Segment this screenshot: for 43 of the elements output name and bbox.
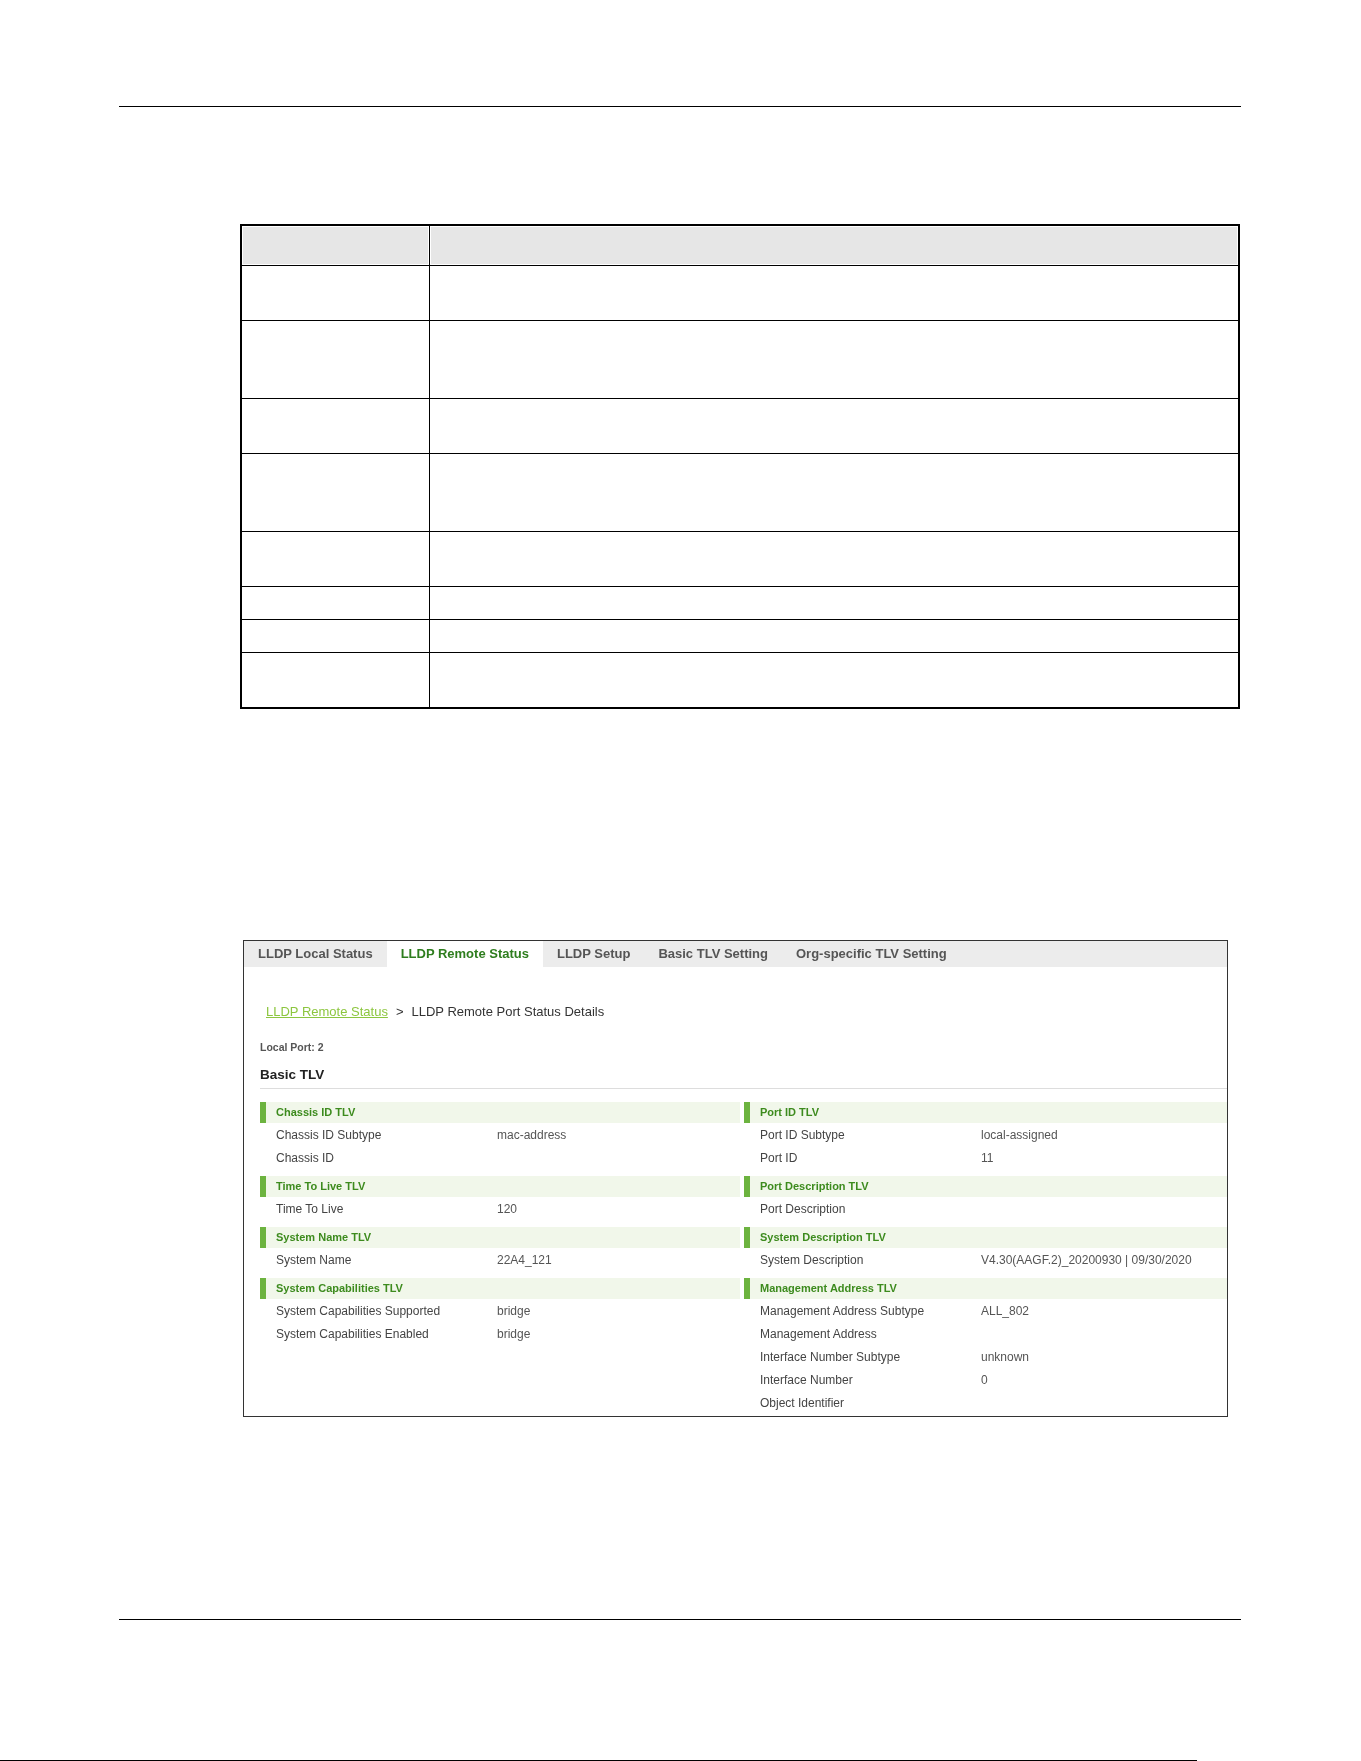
field-label: Management Address Subtype (760, 1303, 926, 1318)
field-label: Management Address (760, 1326, 878, 1341)
field-value: mac-address (497, 1127, 567, 1142)
field-value: 120 (497, 1201, 518, 1216)
tab[interactable]: Org-specific TLV Setting (781, 941, 961, 967)
field-label: Interface Number (760, 1372, 854, 1387)
field-label: Port ID Subtype (760, 1127, 846, 1142)
field-label: Port Description (760, 1201, 847, 1216)
field-label: Time To Live (276, 1201, 345, 1216)
field-label: System Capabilities Supported (276, 1303, 442, 1318)
breadcrumb-separator: > (395, 1003, 404, 1021)
field-value: V4.30(AAGF.2)_20200930 | 09/30/2020 (981, 1252, 1192, 1267)
tab[interactable]: LLDP Local Status (244, 941, 387, 967)
breadcrumb-current: LLDP Remote Port Status Details (411, 1003, 605, 1021)
tlv-section-header: Chassis ID TLV (260, 1102, 740, 1123)
tab[interactable]: Basic TLV Setting (644, 941, 782, 967)
tlv-section-header: System Name TLV (260, 1227, 740, 1248)
tab[interactable]: LLDP Setup (542, 941, 645, 967)
field-value: ALL_802 (981, 1303, 1030, 1318)
field-value: 11 (981, 1150, 994, 1165)
field-value: bridge (497, 1303, 531, 1318)
field-value: 0 (981, 1372, 988, 1387)
tlv-section-header: System Capabilities TLV (260, 1278, 740, 1299)
field-label: Interface Number Subtype (760, 1349, 902, 1364)
tlv-section-header: Management Address TLV (744, 1278, 1227, 1299)
field-label: System Description (760, 1252, 865, 1267)
field-value: local-assigned (981, 1127, 1058, 1142)
section-title: Basic TLV (260, 1067, 325, 1082)
tlv-section-header: System Description TLV (744, 1227, 1227, 1248)
local-port-label: Local Port: 2 (260, 1041, 324, 1053)
field-value: 22A4_121 (497, 1252, 552, 1267)
field-label: System Capabilities Enabled (276, 1326, 430, 1341)
tab[interactable]: LLDP Remote Status (386, 941, 543, 967)
tlv-section-header: Port ID TLV (744, 1102, 1227, 1123)
field-label: Chassis ID Subtype (276, 1127, 383, 1142)
field-label: Port ID (760, 1150, 799, 1165)
field-label: System Name (276, 1252, 353, 1267)
tlv-section-header: Time To Live TLV (260, 1176, 740, 1197)
field-value: bridge (497, 1326, 531, 1341)
field-label: Chassis ID (276, 1150, 335, 1165)
tlv-section-header: Port Description TLV (744, 1176, 1227, 1197)
field-value: unknown (981, 1349, 1030, 1364)
field-label: Object Identifier (760, 1395, 846, 1410)
